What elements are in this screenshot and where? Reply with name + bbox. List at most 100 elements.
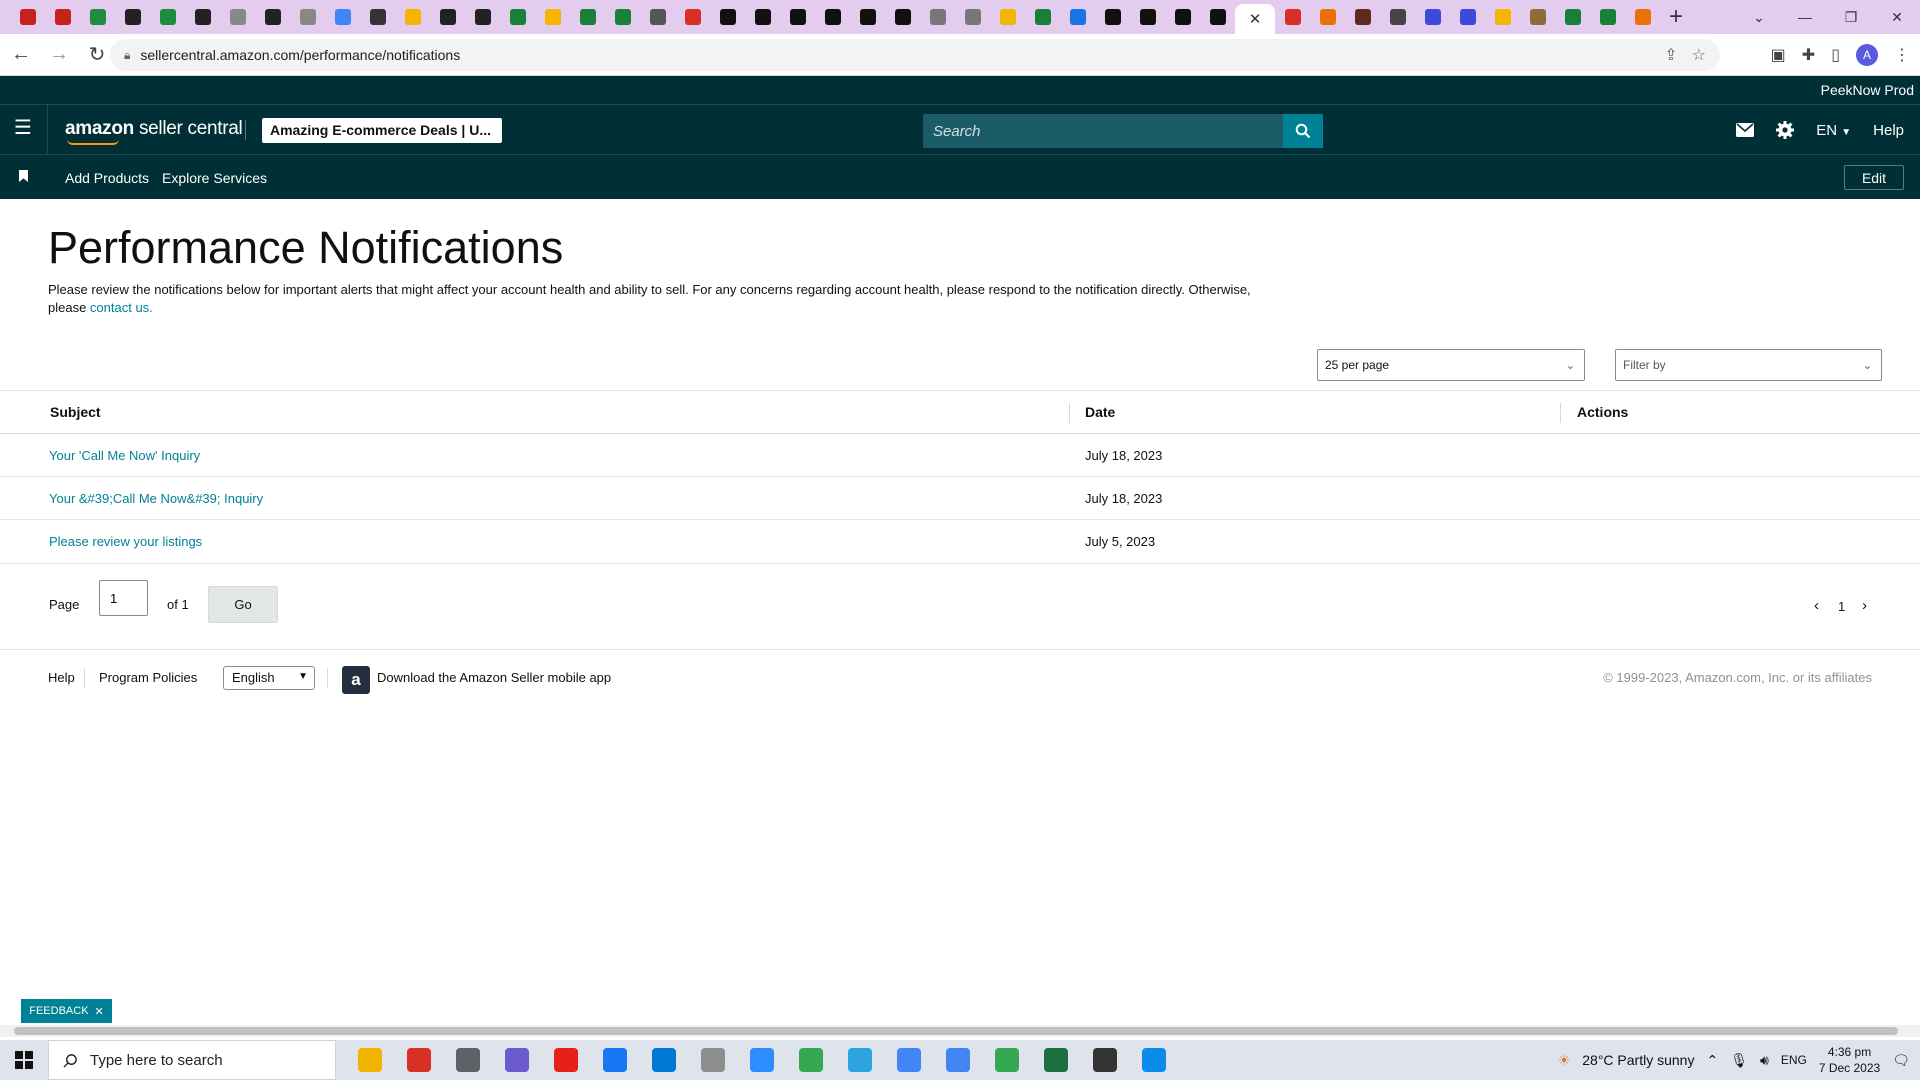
weather-text[interactable]: 28°C Partly sunny — [1582, 1052, 1694, 1068]
taskbar-app-icon[interactable] — [443, 1040, 492, 1080]
menu-icon[interactable]: ⋮ — [1894, 45, 1910, 65]
windows-start-icon[interactable] — [0, 1040, 48, 1080]
browser-tab[interactable] — [360, 0, 395, 34]
notification-subject-link[interactable]: Your 'Call Me Now' Inquiry — [49, 448, 200, 463]
program-policies-link[interactable]: Program Policies — [99, 670, 197, 685]
browser-tab[interactable] — [1450, 0, 1485, 34]
browser-tab[interactable] — [1625, 0, 1660, 34]
browser-tab[interactable] — [605, 0, 640, 34]
browser-tab[interactable] — [570, 0, 605, 34]
scrollbar-thumb[interactable] — [14, 1027, 1898, 1035]
filter-select[interactable]: Filter by ⌄ — [1615, 349, 1882, 381]
taskbar-app-icon[interactable] — [835, 1040, 884, 1080]
taskbar-app-icon[interactable] — [1031, 1040, 1080, 1080]
close-icon[interactable]: ✕ — [95, 1005, 104, 1018]
store-selector[interactable]: Amazing E-commerce Deals | U... — [262, 118, 502, 143]
browser-tab[interactable] — [780, 0, 815, 34]
browser-tab[interactable] — [325, 0, 360, 34]
taskbar-app-icon[interactable] — [639, 1040, 688, 1080]
page-number-input[interactable] — [99, 580, 148, 616]
browser-tab[interactable] — [885, 0, 920, 34]
browser-tab[interactable] — [1590, 0, 1625, 34]
browser-tab[interactable] — [10, 0, 45, 34]
nav-add-products[interactable]: Add Products — [65, 170, 149, 186]
restore-icon[interactable]: ❐ — [1828, 0, 1874, 34]
browser-tab[interactable] — [1200, 0, 1235, 34]
browser-tab[interactable] — [1345, 0, 1380, 34]
bookmark-icon[interactable] — [19, 170, 28, 182]
volume-icon[interactable]: 🔊︎ — [1760, 1052, 1769, 1069]
browser-tab[interactable] — [1555, 0, 1590, 34]
browser-tab[interactable] — [850, 0, 885, 34]
browser-tab[interactable] — [290, 0, 325, 34]
feedback-button[interactable]: FEEDBACK ✕ — [21, 999, 112, 1023]
column-subject[interactable]: Subject — [50, 404, 101, 420]
browser-tab[interactable] — [1095, 0, 1130, 34]
per-page-select[interactable]: 25 per page ⌄ — [1317, 349, 1585, 381]
browser-tab[interactable] — [955, 0, 990, 34]
tab-search-icon[interactable]: ⌄ — [1736, 0, 1782, 34]
browser-tab[interactable] — [1025, 0, 1060, 34]
seller-central-logo[interactable]: amazon seller central — [65, 118, 243, 145]
browser-tab[interactable] — [1415, 0, 1450, 34]
reload-icon[interactable]: ↻ — [80, 38, 114, 72]
browser-tab[interactable] — [395, 0, 430, 34]
microphone-icon[interactable]: 🎙︎ — [1730, 1052, 1748, 1069]
taskbar-app-icon[interactable] — [590, 1040, 639, 1080]
search-input[interactable] — [923, 114, 1283, 148]
download-app-link[interactable]: Download the Amazon Seller mobile app — [377, 670, 611, 685]
next-page-icon[interactable]: › — [1862, 597, 1867, 614]
windows-search-input[interactable] — [90, 1051, 290, 1069]
minimize-icon[interactable]: — — [1782, 0, 1828, 34]
clock[interactable]: 4:36 pm 7 Dec 2023 — [1819, 1044, 1880, 1076]
footer-language-select[interactable]: English ▼ — [223, 666, 315, 690]
browser-tab[interactable] — [150, 0, 185, 34]
browser-tab[interactable] — [1275, 0, 1310, 34]
input-language[interactable]: ENG — [1781, 1053, 1807, 1067]
browser-tab[interactable] — [465, 0, 500, 34]
browser-tab[interactable] — [430, 0, 465, 34]
taskbar-app-icon[interactable] — [884, 1040, 933, 1080]
profile-avatar[interactable]: A — [1856, 44, 1878, 66]
browser-tab[interactable] — [815, 0, 850, 34]
forward-icon[interactable]: → — [42, 38, 76, 72]
taskbar-app-icon[interactable] — [1080, 1040, 1129, 1080]
horizontal-scrollbar[interactable] — [0, 1025, 1920, 1037]
active-tab[interactable]: ✕ — [1235, 4, 1275, 34]
browser-tab[interactable] — [500, 0, 535, 34]
browser-tab[interactable] — [920, 0, 955, 34]
browser-tab[interactable] — [1520, 0, 1555, 34]
taskbar-app-icon[interactable] — [688, 1040, 737, 1080]
extension-icon[interactable]: ▣ — [1771, 45, 1786, 65]
browser-tab[interactable] — [1165, 0, 1200, 34]
browser-tab[interactable] — [80, 0, 115, 34]
hamburger-menu-icon[interactable]: ☰ — [14, 118, 32, 138]
address-bar[interactable]: 🔒︎ sellercentral.amazon.com/performance/… — [110, 39, 1720, 71]
browser-tab[interactable] — [1130, 0, 1165, 34]
nav-explore-services[interactable]: Explore Services — [162, 170, 267, 186]
account-name[interactable]: PeekNow Prod — [1821, 82, 1914, 98]
browser-tab[interactable] — [1060, 0, 1095, 34]
taskbar-app-icon[interactable] — [786, 1040, 835, 1080]
prev-page-icon[interactable]: ‹ — [1814, 597, 1819, 614]
browser-tab[interactable] — [710, 0, 745, 34]
taskbar-app-icon[interactable] — [982, 1040, 1031, 1080]
browser-tab[interactable] — [1485, 0, 1520, 34]
language-selector[interactable]: EN ▼ — [1816, 122, 1851, 139]
go-button[interactable]: Go — [208, 586, 278, 623]
taskbar-app-icon[interactable] — [492, 1040, 541, 1080]
puzzle-icon[interactable]: ✚ — [1802, 45, 1815, 65]
browser-tab[interactable] — [115, 0, 150, 34]
notification-subject-link[interactable]: Your &#39;Call Me Now&#39; Inquiry — [49, 491, 263, 506]
windows-search-box[interactable] — [48, 1040, 336, 1080]
browser-tab[interactable] — [255, 0, 290, 34]
footer-help-link[interactable]: Help — [48, 670, 75, 685]
weather-icon[interactable]: ☀ — [1558, 1052, 1571, 1069]
close-window-icon[interactable]: ✕ — [1874, 0, 1920, 34]
browser-tab[interactable] — [640, 0, 675, 34]
taskbar-app-icon[interactable] — [737, 1040, 786, 1080]
browser-tab[interactable] — [675, 0, 710, 34]
taskbar-app-icon[interactable] — [1129, 1040, 1178, 1080]
browser-tab[interactable] — [1310, 0, 1345, 34]
browser-tab[interactable] — [535, 0, 570, 34]
